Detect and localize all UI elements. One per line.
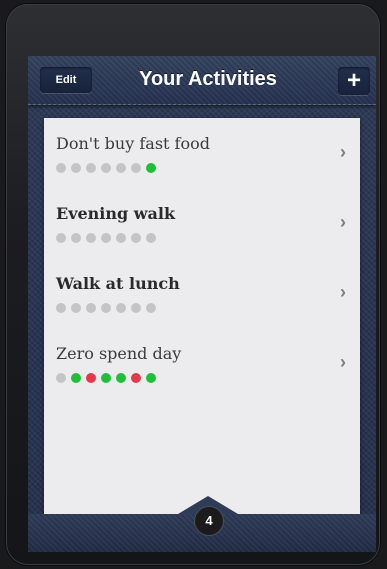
- chevron-right-icon: ›: [340, 212, 346, 232]
- progress-dot-gray: [116, 303, 126, 313]
- tab-bar: 4: [28, 496, 376, 552]
- device-frame: Edit Your Activities + Don't buy fast fo…: [6, 4, 380, 565]
- edit-button[interactable]: Edit: [40, 67, 92, 93]
- progress-dot-gray: [71, 233, 81, 243]
- progress-dot-gray: [131, 303, 141, 313]
- progress-dot-gray: [56, 373, 66, 383]
- activity-label: Evening walk: [56, 204, 176, 223]
- add-activity-button[interactable]: +: [338, 67, 370, 95]
- progress-dot-gray: [146, 303, 156, 313]
- progress-dot-gray: [146, 233, 156, 243]
- activity-list: Don't buy fast food › Evening walk › Wal…: [44, 118, 360, 514]
- progress-dots: [56, 163, 156, 173]
- progress-dot-gray: [56, 163, 66, 173]
- progress-dot-green: [146, 163, 156, 173]
- progress-dot-gray: [131, 163, 141, 173]
- progress-dot-green: [116, 373, 126, 383]
- chevron-right-icon: ›: [340, 352, 346, 372]
- progress-dot-gray: [86, 233, 96, 243]
- progress-dot-gray: [131, 233, 141, 243]
- progress-dot-gray: [56, 233, 66, 243]
- progress-dot-red: [86, 373, 96, 383]
- progress-dot-gray: [116, 233, 126, 243]
- navigation-bar: Edit Your Activities +: [28, 56, 376, 105]
- progress-dot-gray: [101, 163, 111, 173]
- progress-dot-gray: [101, 233, 111, 243]
- chevron-right-icon: ›: [340, 142, 346, 162]
- progress-dot-gray: [71, 303, 81, 313]
- progress-dot-gray: [101, 303, 111, 313]
- activity-label: Don't buy fast food: [56, 134, 210, 153]
- progress-dot-green: [101, 373, 111, 383]
- progress-dot-green: [71, 373, 81, 383]
- progress-dot-gray: [56, 303, 66, 313]
- page-title: Your Activities: [139, 68, 277, 90]
- progress-dot-red: [131, 373, 141, 383]
- progress-dot-gray: [71, 163, 81, 173]
- progress-dots: [56, 303, 156, 313]
- progress-dot-gray: [116, 163, 126, 173]
- chevron-right-icon: ›: [340, 282, 346, 302]
- activity-label: Walk at lunch: [56, 274, 180, 293]
- progress-dot-gray: [86, 163, 96, 173]
- activity-row-dont-buy-fast-food[interactable]: Don't buy fast food ›: [44, 118, 360, 188]
- activity-row-walk-at-lunch[interactable]: Walk at lunch ›: [44, 258, 360, 328]
- activity-row-zero-spend-day[interactable]: Zero spend day ›: [44, 328, 360, 398]
- progress-dots: [56, 233, 156, 243]
- app-screen: Edit Your Activities + Don't buy fast fo…: [28, 56, 376, 552]
- activity-label: Zero spend day: [56, 344, 182, 363]
- activity-count-badge[interactable]: 4: [194, 506, 224, 536]
- progress-dot-green: [146, 373, 156, 383]
- progress-dots: [56, 373, 156, 383]
- activity-row-evening-walk[interactable]: Evening walk ›: [44, 188, 360, 258]
- progress-dot-gray: [86, 303, 96, 313]
